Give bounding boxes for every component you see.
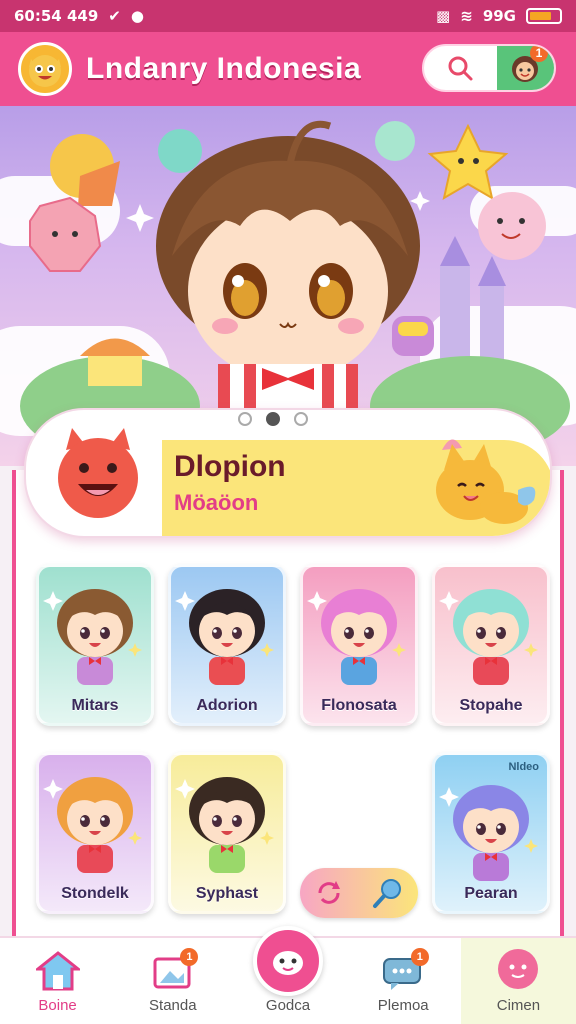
- nav-label: Standa: [149, 997, 197, 1014]
- status-time: 60:54 449: [14, 7, 99, 25]
- character-card[interactable]: Stopahe: [432, 564, 550, 726]
- nav-label: Godca: [265, 997, 311, 1014]
- search-icon: [448, 56, 473, 81]
- character-card[interactable]: Flonosata: [300, 564, 418, 726]
- character-name: Mitars: [71, 697, 119, 714]
- pager-dot-active[interactable]: [266, 412, 280, 426]
- profile-icon: [498, 949, 539, 989]
- cat-mascot-icon: [436, 439, 536, 524]
- character-illustration: [43, 777, 142, 873]
- check-icon: ✔: [108, 7, 121, 25]
- featured-banner[interactable]: Dlopion Möaöon: [24, 408, 552, 538]
- character-illustration: [439, 589, 538, 685]
- character-name: Flonosata: [321, 697, 397, 714]
- character-card[interactable]: Mitars: [36, 564, 154, 726]
- hero-pager: [238, 412, 308, 426]
- character-name: Stondelk: [61, 885, 129, 902]
- signal-text: 99G: [482, 7, 516, 25]
- character-illustration: [175, 777, 274, 873]
- character-illustration: [175, 589, 274, 685]
- mascot-icon: [273, 951, 303, 975]
- app-header: Lndanry Indonesia 1: [0, 32, 576, 106]
- character-name: Syphast: [195, 885, 259, 902]
- character-illustration: [43, 589, 142, 685]
- nav-item-messages[interactable]: 1 Plemoa: [346, 938, 461, 1024]
- pager-dot[interactable]: [238, 412, 252, 426]
- mute-icon: ▩: [436, 7, 451, 25]
- nav-item-center[interactable]: Godca: [230, 926, 345, 1024]
- app-logo-icon[interactable]: [18, 42, 72, 96]
- character-illustration: [439, 785, 538, 881]
- character-card[interactable]: Stondelk: [36, 752, 154, 914]
- app-title: Lndanry Indonesia: [86, 52, 362, 85]
- refresh-icon: [318, 881, 340, 904]
- character-card[interactable]: Syphast: [168, 752, 286, 914]
- action-chip[interactable]: [300, 868, 418, 918]
- nav-badge: 1: [180, 948, 199, 966]
- nav-item-gallery[interactable]: 1 Standa: [115, 938, 230, 1024]
- devil-mascot-icon: [58, 428, 138, 518]
- nav-item-home[interactable]: Boine: [0, 938, 115, 1024]
- character-name: Pearan: [464, 885, 518, 902]
- pager-dot[interactable]: [294, 412, 308, 426]
- wifi-icon: ≋: [460, 7, 473, 25]
- character-name: Stopahe: [459, 697, 523, 714]
- status-bar: 60:54 449 ✔ ● ▩ ≋ 99G: [0, 0, 576, 32]
- bottom-navigation: Boine 1 Standa Godca 1 Plemoa Cimen: [0, 926, 576, 1024]
- character-card[interactable]: Nldeo Pearan: [432, 752, 550, 914]
- nav-label: Cimen: [496, 997, 541, 1014]
- character-illustration: [307, 589, 406, 685]
- character-name: Adorion: [196, 697, 258, 714]
- center-action-button[interactable]: [253, 926, 323, 996]
- nav-badge: 1: [410, 948, 429, 966]
- character-card[interactable]: Adorion: [168, 564, 286, 726]
- search-pill: 1: [422, 44, 556, 92]
- nav-item-profile[interactable]: Cimen: [460, 938, 576, 1024]
- featured-subtitle: Möaöon: [174, 490, 259, 515]
- home-icon: [35, 951, 80, 991]
- nav-label: Boine: [38, 997, 77, 1014]
- search-icon: [372, 879, 401, 908]
- notification-badge: 1: [530, 46, 548, 62]
- notification-icon: ●: [130, 7, 144, 25]
- battery-icon: [526, 8, 562, 24]
- search-button[interactable]: [424, 46, 497, 90]
- featured-title: Dlopion: [174, 450, 286, 483]
- nav-label: Plemoa: [377, 997, 429, 1014]
- profile-avatar-button[interactable]: 1: [496, 46, 554, 90]
